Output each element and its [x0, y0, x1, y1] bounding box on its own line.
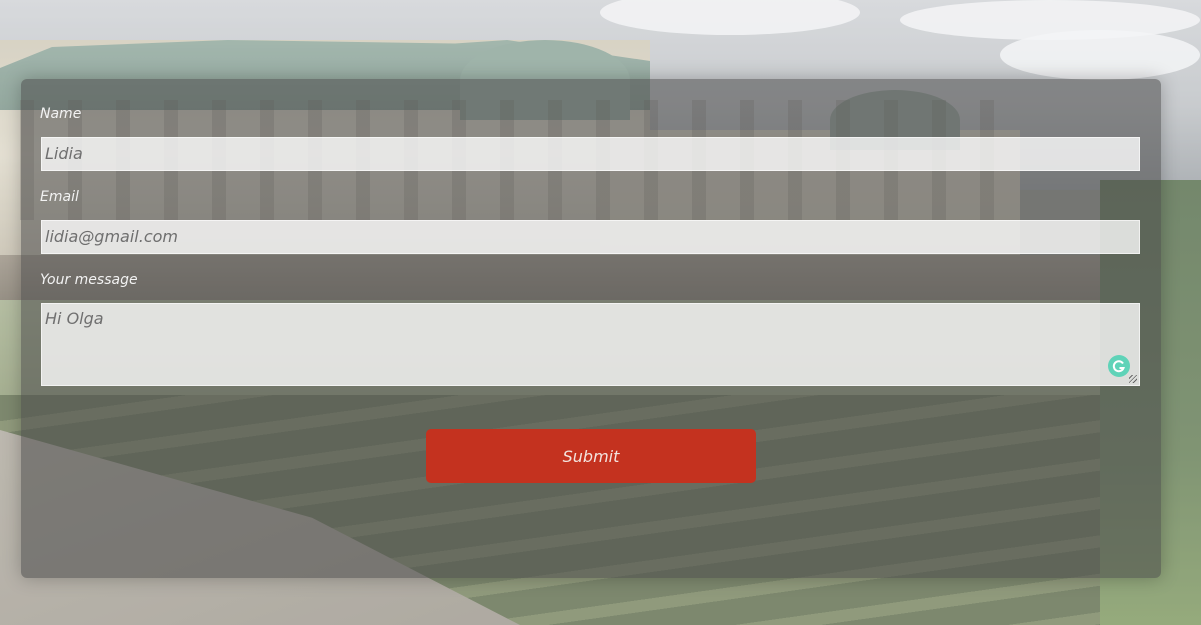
message-label: Your message	[40, 272, 138, 288]
submit-button[interactable]: Submit	[426, 429, 756, 483]
resize-handle-icon[interactable]	[1129, 375, 1137, 383]
grammarly-icon[interactable]	[1108, 355, 1130, 377]
name-label: Name	[40, 106, 82, 122]
contact-form: Name Lidia Email lidia@gmail.com Your me…	[21, 79, 1161, 578]
email-label: Email	[40, 189, 79, 205]
name-input[interactable]: Lidia	[41, 137, 1140, 171]
email-input[interactable]: lidia@gmail.com	[41, 220, 1140, 254]
grammarly-glyph-icon	[1112, 360, 1125, 373]
message-textarea[interactable]: Hi Olga	[41, 303, 1140, 386]
